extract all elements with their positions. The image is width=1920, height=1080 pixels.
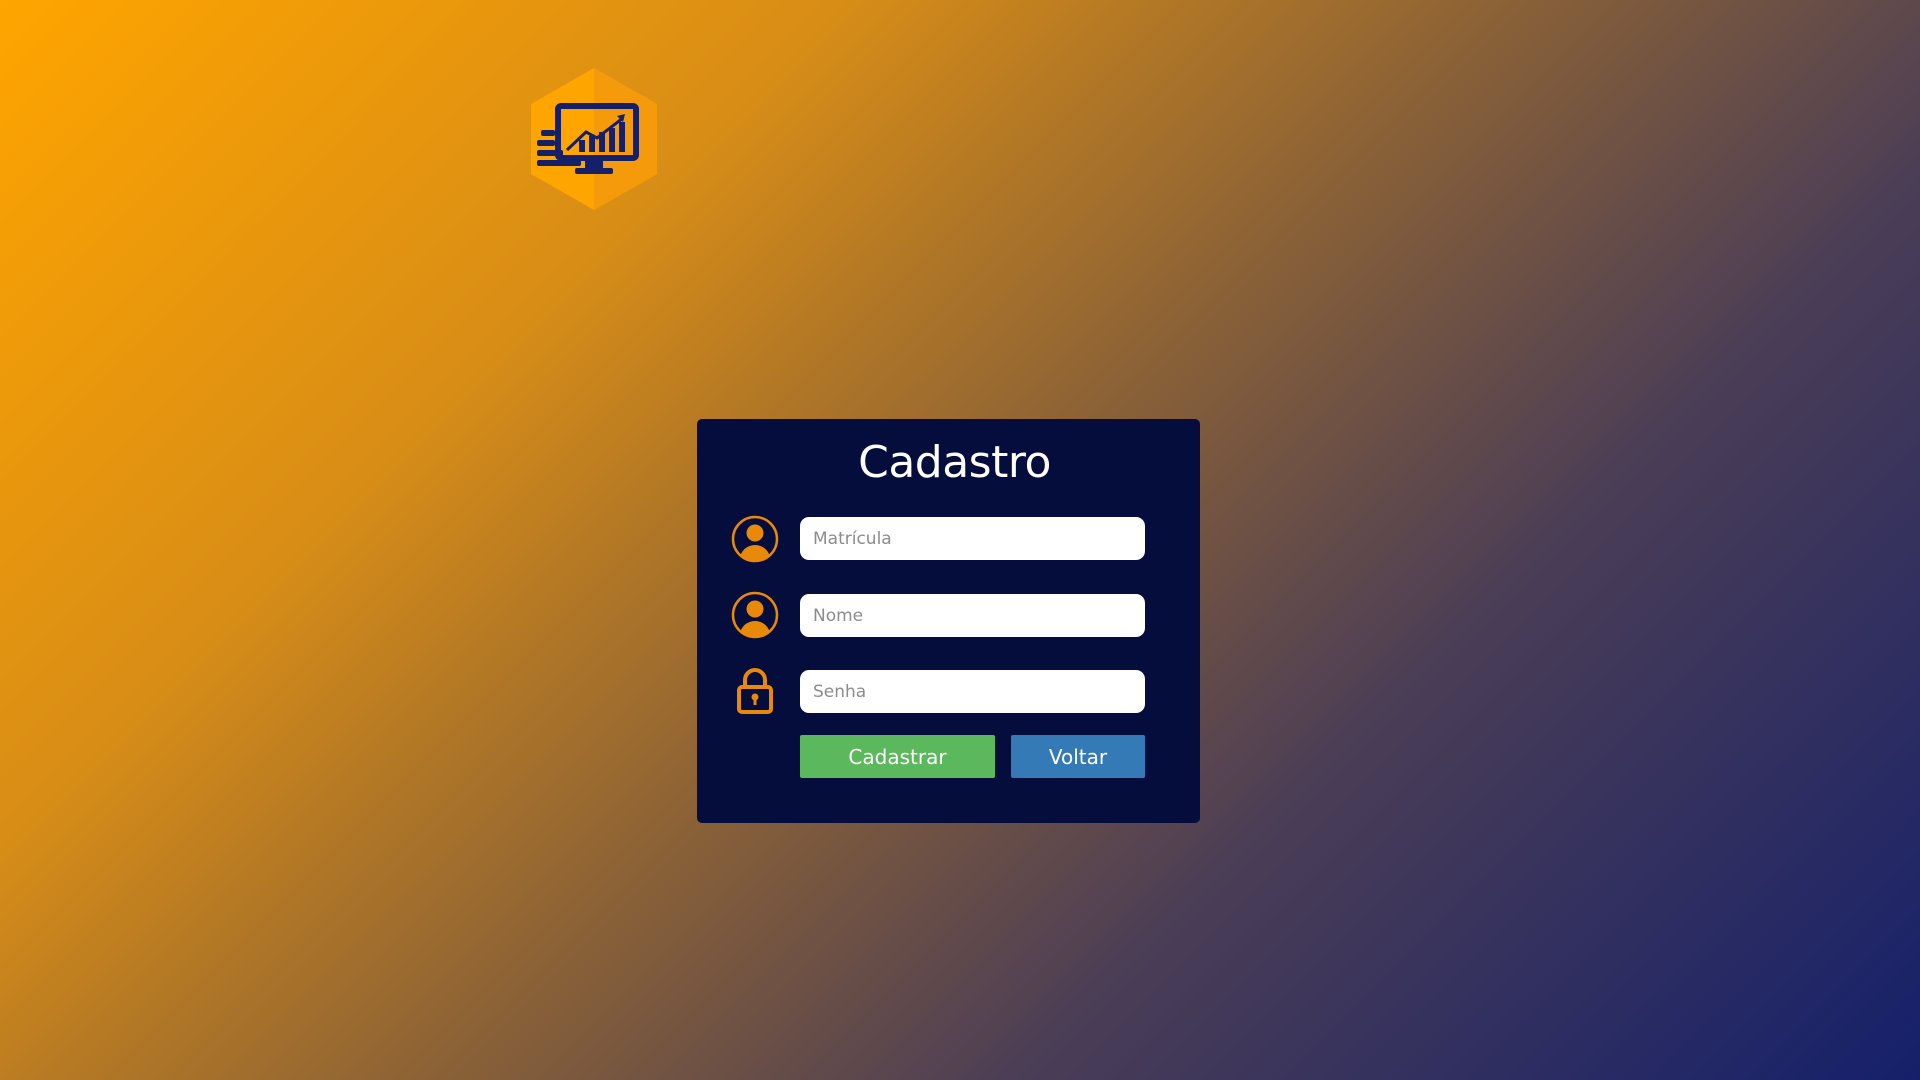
voltar-button[interactable]: Voltar (1011, 735, 1145, 778)
senha-input[interactable] (800, 670, 1145, 713)
logo (531, 68, 657, 210)
matricula-input[interactable] (800, 517, 1145, 560)
lock-icon (737, 668, 773, 714)
form-title: Cadastro (858, 437, 1051, 488)
user-icon (731, 515, 779, 563)
registration-card: Cadastro Cadastrar Voltar (697, 419, 1200, 823)
user-icon (731, 591, 779, 639)
cadastrar-button[interactable]: Cadastrar (800, 735, 995, 778)
nome-input[interactable] (800, 594, 1145, 637)
page: { "logo": { "icon": "analytics-monitor-i… (0, 0, 1920, 1080)
